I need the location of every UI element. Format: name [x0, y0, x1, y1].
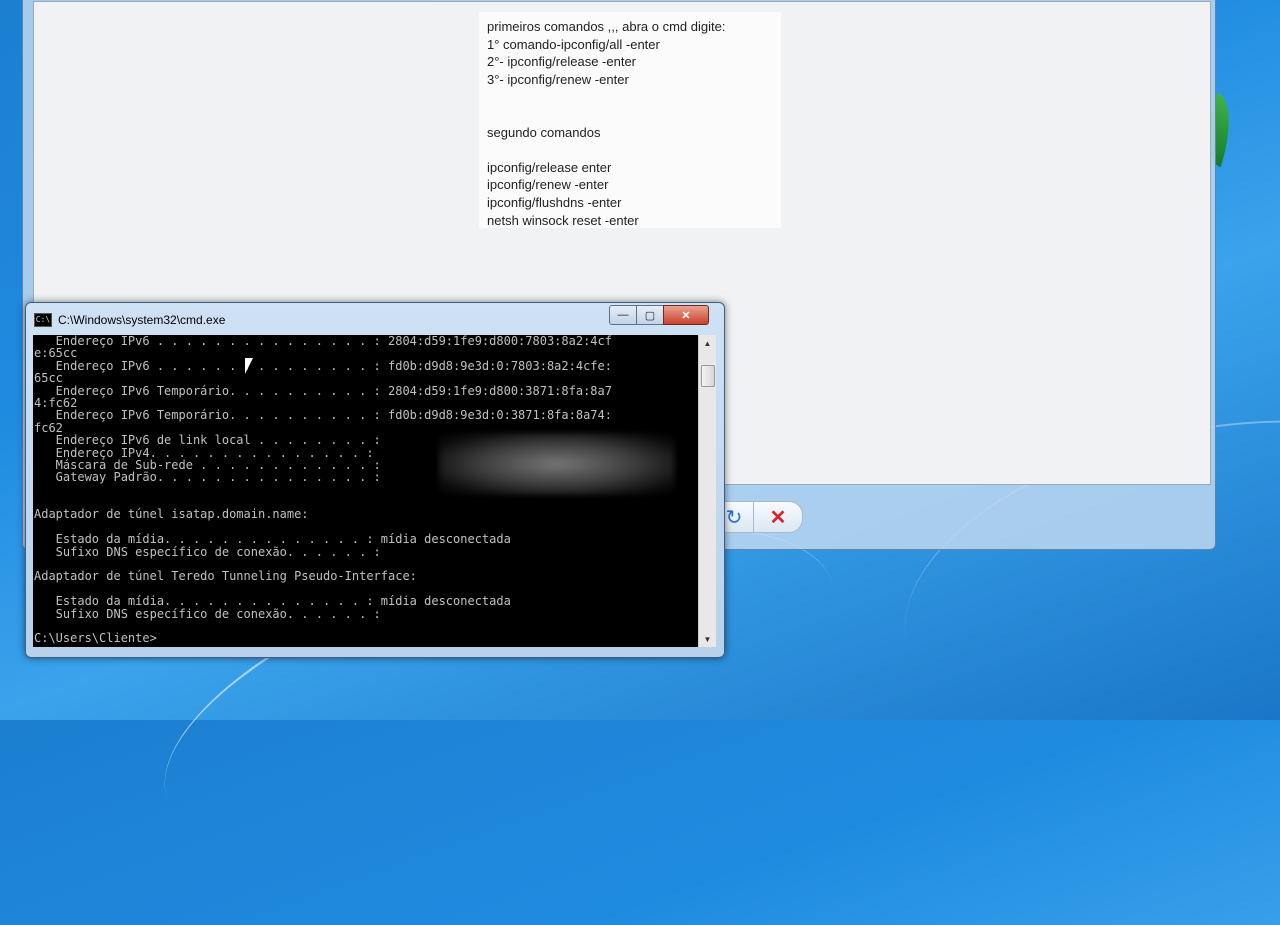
note-line: segundo comandos — [487, 124, 601, 140]
console-line: Sufixo DNS específico de conexão. . . . … — [34, 606, 381, 621]
note-line: ipconfig/release enter — [487, 159, 612, 175]
cmd-window[interactable]: C:\ C:\Windows\system32\cmd.exe — ▢ ✕ En… — [25, 302, 725, 658]
console-line: Adaptador de túnel isatap.domain.name: — [34, 507, 309, 522]
browser-toolbar: ↻ ✕ — [713, 501, 823, 535]
console-line: Estado da mídia. . . . . . . . . . . . .… — [34, 594, 511, 609]
console-line: Sufixo DNS específico de conexão. . . . … — [34, 544, 381, 559]
note-line — [479, 141, 781, 159]
scroll-thumb[interactable] — [701, 365, 715, 387]
minimize-button[interactable]: — — [609, 305, 637, 325]
console-line: Adaptador de túnel Teredo Tunneling Pseu… — [34, 569, 417, 584]
console-line: Endereço IPv6 . . . . . . . . . . . . . … — [34, 358, 612, 373]
close-button[interactable]: ✕ — [663, 305, 709, 325]
instructions-note: primeiros comandos ,,, abra o cmd digite… — [479, 12, 781, 228]
cmd-app-icon: C:\ — [34, 313, 52, 327]
redacted-address-blur — [439, 433, 675, 495]
console-line: Estado da mídia. . . . . . . . . . . . .… — [34, 532, 511, 547]
scroll-down-icon[interactable]: ▼ — [699, 631, 716, 647]
note-line: ipconfig/renew -enter — [487, 177, 609, 193]
note-line: primeiros comandos ,,, abra o cmd digite… — [487, 19, 726, 34]
console-line: Endereço IPv6 Temporário. . . . . . . . … — [34, 408, 612, 423]
maximize-button[interactable]: ▢ — [636, 305, 664, 325]
stop-icon[interactable]: ✕ — [753, 501, 803, 533]
console-line: Endereço IPv6 Temporário. . . . . . . . … — [34, 383, 612, 398]
mouse-cursor-icon — [245, 358, 253, 374]
note-line: netsh winsock reset -enter — [487, 212, 639, 228]
note-line — [479, 106, 781, 124]
note-line: ipconfig/flushdns -enter — [487, 194, 622, 210]
window-title: C:\Windows\system32\cmd.exe — [58, 313, 226, 327]
note-line: 3°- ipconfig/renew -enter — [487, 71, 629, 87]
console-prompt[interactable]: C:\Users\Cliente> — [33, 632, 698, 645]
console-line: 65cc — [34, 371, 63, 386]
cmd-titlebar[interactable]: C:\ C:\Windows\system32\cmd.exe — [34, 309, 225, 331]
note-line — [479, 88, 781, 106]
console-output[interactable]: Endereço IPv6 . . . . . . . . . . . . . … — [33, 335, 698, 647]
scroll-up-icon[interactable]: ▲ — [699, 335, 716, 351]
vertical-scrollbar[interactable]: ▲ ▼ — [698, 335, 716, 647]
note-line: 2°- ipconfig/release -enter — [487, 54, 636, 70]
console-line: Endereço IPv6 . . . . . . . . . . . . . … — [34, 335, 612, 348]
console-line: e:65cc — [34, 346, 78, 361]
note-line: 1° comando-ipconfig/all -enter — [487, 36, 660, 52]
